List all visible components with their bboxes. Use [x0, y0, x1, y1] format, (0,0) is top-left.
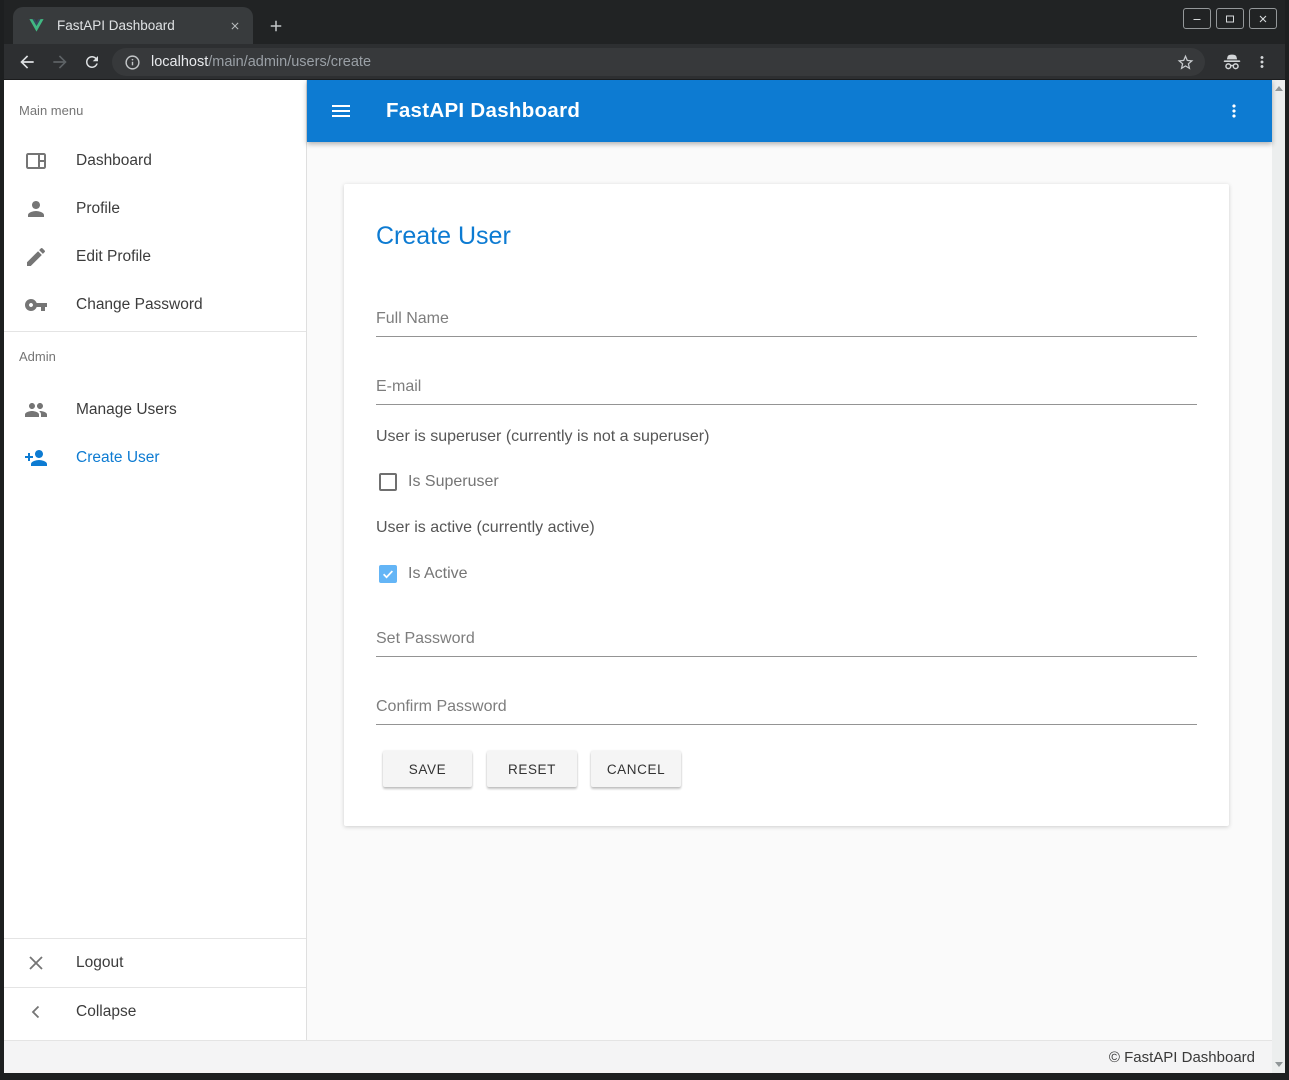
checkbox-unchecked-icon[interactable] [379, 473, 397, 491]
copyright-text: © FastAPI Dashboard [1109, 1049, 1255, 1066]
scrollbar[interactable] [1272, 80, 1285, 1073]
maximize-button[interactable] [1216, 8, 1244, 29]
web-icon [24, 149, 48, 173]
checkbox-label: Is Superuser [408, 473, 499, 491]
sidebar-item-label: Change Password [76, 296, 203, 314]
page-viewport: FastAPI Dashboard Main menu Dashboard [4, 80, 1285, 1073]
site-info-icon[interactable] [124, 54, 141, 71]
sidebar-section-main-menu: Main menu [19, 103, 83, 118]
people-icon [24, 398, 48, 422]
url-path: /main/admin/users/create [208, 54, 371, 70]
checkbox-label: Is Active [408, 565, 468, 583]
sidebar-section-admin: Admin [19, 349, 56, 364]
email-field[interactable] [376, 369, 1197, 405]
sidebar-item-manage-users[interactable]: Manage Users [4, 386, 306, 434]
scroll-down-icon[interactable] [1272, 1058, 1285, 1071]
save-button[interactable]: SAVE [383, 751, 472, 787]
sidebar-item-dashboard[interactable]: Dashboard [4, 137, 306, 185]
sidebar-item-label: Logout [76, 954, 123, 972]
app-title: FastAPI Dashboard [386, 99, 580, 123]
full-name-field[interactable] [376, 301, 1197, 337]
sidebar-item-logout[interactable]: Logout [4, 939, 306, 987]
tab-title: FastAPI Dashboard [57, 18, 227, 33]
sidebar-item-label: Collapse [76, 1003, 136, 1021]
person-icon [24, 197, 48, 221]
browser-titlebar: FastAPI Dashboard [4, 0, 1285, 44]
bookmark-star-icon[interactable] [1176, 53, 1195, 72]
browser-tab[interactable]: FastAPI Dashboard [13, 7, 253, 44]
reset-button[interactable]: RESET [487, 751, 577, 787]
url-host: localhost [151, 54, 208, 70]
sidebar-item-label: Edit Profile [76, 248, 151, 266]
sidebar-item-change-password[interactable]: Change Password [4, 281, 306, 329]
create-user-card: Create User User is superuser (currently… [344, 184, 1229, 826]
sidebar-item-label: Manage Users [76, 401, 177, 419]
hamburger-menu-icon[interactable] [329, 99, 353, 123]
sidebar-item-label: Dashboard [76, 152, 152, 170]
key-icon [24, 293, 48, 317]
active-hint: User is active (currently active) [376, 516, 595, 540]
sidebar-item-profile[interactable]: Profile [4, 185, 306, 233]
pencil-icon [24, 245, 48, 269]
minimize-button[interactable] [1183, 8, 1211, 29]
forward-icon[interactable] [49, 51, 71, 73]
url-text: localhost/main/admin/users/create [151, 54, 1176, 70]
sidebar-item-label: Profile [76, 200, 120, 218]
app-menu-icon[interactable] [1224, 101, 1244, 121]
card-title: Create User [376, 222, 511, 251]
back-icon[interactable] [16, 51, 38, 73]
person-add-icon [24, 446, 48, 470]
tab-close-icon[interactable] [227, 18, 243, 34]
cancel-button[interactable]: CANCEL [591, 751, 681, 787]
chevron-left-icon [24, 1000, 48, 1024]
is-active-checkbox[interactable]: Is Active [379, 564, 468, 584]
incognito-icon [1221, 51, 1243, 73]
sidebar-item-create-user[interactable]: Create User [4, 434, 306, 482]
sidebar-item-edit-profile[interactable]: Edit Profile [4, 233, 306, 281]
browser-menu-icon[interactable] [1253, 53, 1271, 71]
app-bar: FastAPI Dashboard [307, 80, 1272, 142]
address-bar[interactable]: localhost/main/admin/users/create [112, 48, 1205, 76]
is-superuser-checkbox[interactable]: Is Superuser [379, 472, 499, 492]
sidebar: Main menu Dashboard Profile [4, 80, 307, 1040]
confirm-password-field[interactable] [376, 689, 1197, 725]
sidebar-divider [4, 331, 306, 332]
page-footer: © FastAPI Dashboard [4, 1040, 1272, 1073]
new-tab-icon[interactable] [264, 14, 288, 38]
browser-toolbar: localhost/main/admin/users/create [4, 44, 1285, 80]
scroll-up-icon[interactable] [1272, 82, 1285, 95]
superuser-hint: User is superuser (currently is not a su… [376, 425, 709, 449]
sidebar-item-collapse[interactable]: Collapse [4, 988, 306, 1036]
close-icon [24, 951, 48, 975]
browser-window: FastAPI Dashboard [0, 0, 1289, 1080]
checkbox-checked-icon[interactable] [379, 565, 397, 583]
sidebar-item-label: Create User [76, 449, 160, 467]
reload-icon[interactable] [81, 51, 103, 73]
set-password-field[interactable] [376, 621, 1197, 657]
vue-favicon [28, 17, 45, 34]
close-window-button[interactable] [1249, 8, 1277, 29]
